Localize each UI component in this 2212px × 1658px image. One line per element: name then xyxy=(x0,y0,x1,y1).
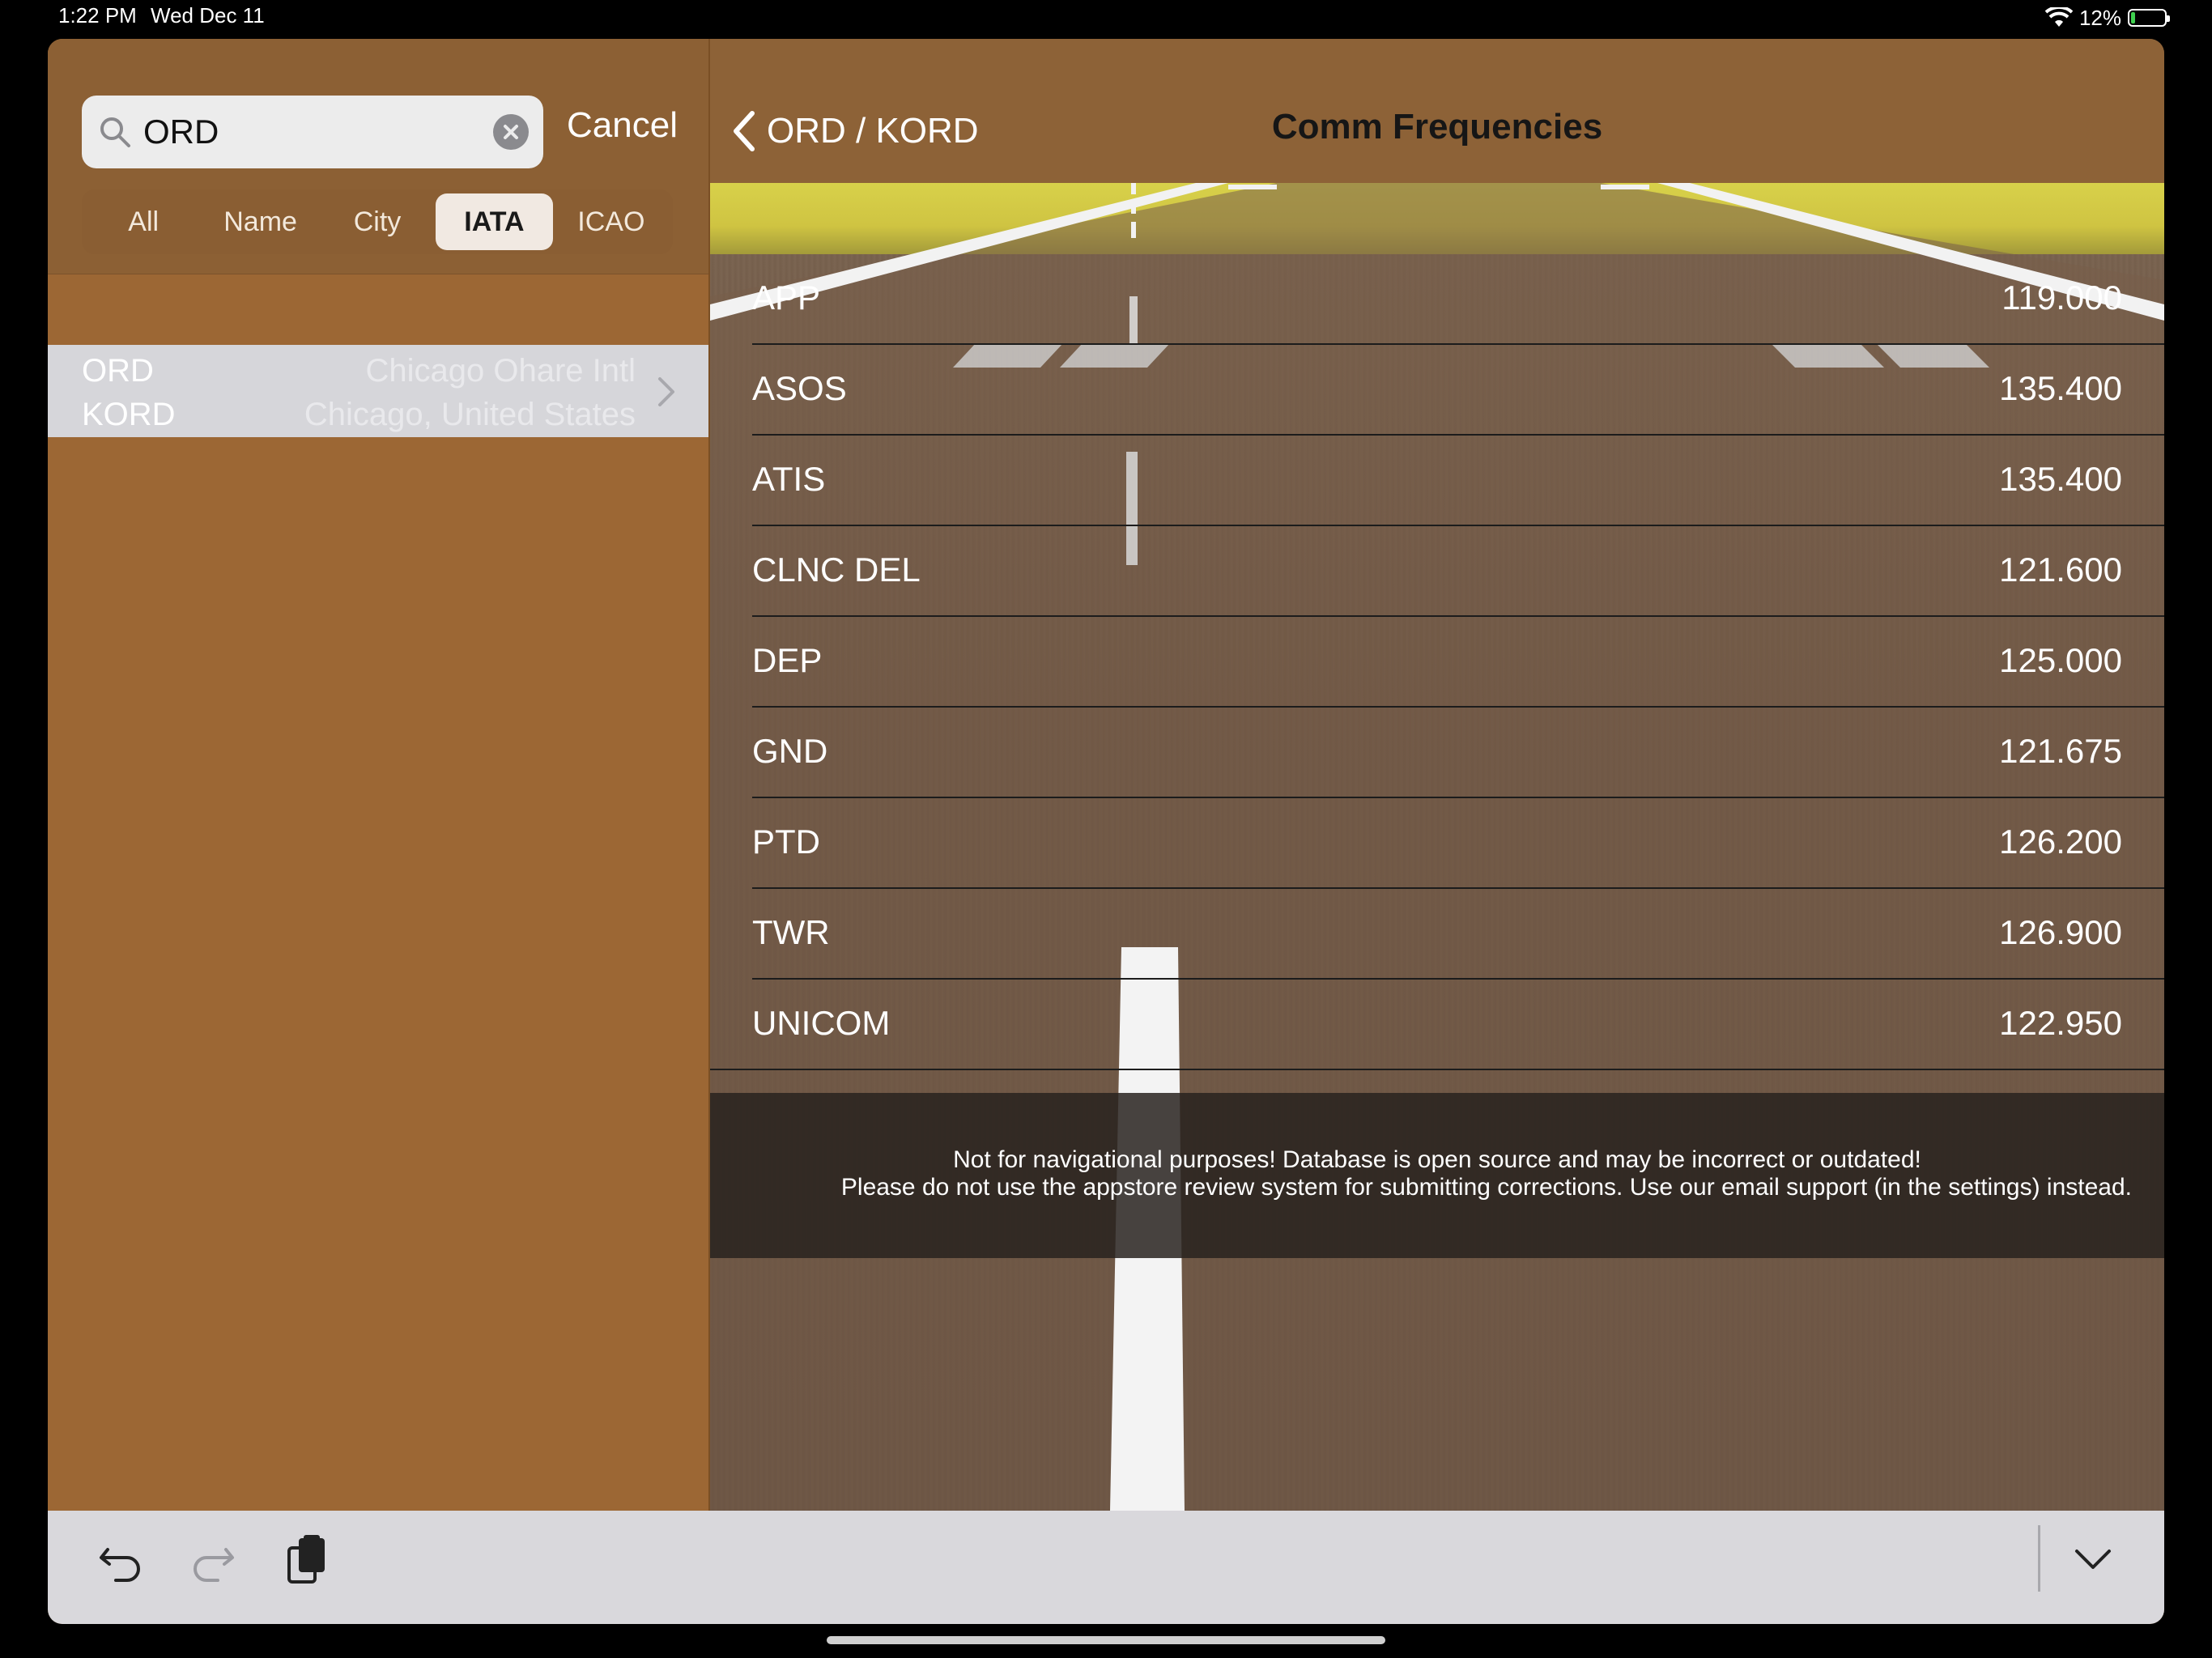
frequency-table: APP 119.000 ASOS 135.400 ATIS 135.400 CL… xyxy=(710,254,2164,1072)
search-input[interactable] xyxy=(143,96,483,168)
row-divider xyxy=(710,1069,2164,1070)
result-iata-code: ORD xyxy=(82,353,154,389)
cancel-button[interactable]: Cancel xyxy=(567,105,678,146)
wifi-icon xyxy=(2044,7,2073,27)
result-airport-name: Chicago Ohare Intl xyxy=(365,353,636,389)
status-time: 1:22 PM xyxy=(58,3,137,28)
frequency-row[interactable]: ATIS 135.400 xyxy=(710,436,2164,526)
scope-icao[interactable]: ICAO xyxy=(553,193,670,250)
frequency-row[interactable]: APP 119.000 xyxy=(710,254,2164,345)
frequency-row[interactable]: CLNC DEL 121.600 xyxy=(710,526,2164,617)
status-indicators: 12% xyxy=(2044,3,2170,32)
frequency-label: DEP xyxy=(752,641,823,679)
frequency-label: GND xyxy=(752,732,828,770)
frequency-value: 119.000 xyxy=(2001,278,2122,317)
frequency-value: 135.400 xyxy=(1999,460,2122,498)
frequency-label: ATIS xyxy=(752,460,826,498)
frequency-value: 121.600 xyxy=(1999,551,2122,589)
detail-pane: ORD / KORD Comm Frequencies APP 119.000 … xyxy=(710,39,2164,1511)
home-indicator[interactable] xyxy=(827,1636,1385,1644)
frequency-label: TWR xyxy=(752,913,830,951)
app-window: Cancel All Name City IATA ICAO ORD KORD … xyxy=(48,39,2164,1624)
frequency-value: 126.200 xyxy=(1999,823,2122,861)
disclaimer-banner: Not for navigational purposes! Database … xyxy=(710,1093,2164,1258)
result-icao-code: KORD xyxy=(82,397,176,432)
frequency-value: 135.400 xyxy=(1999,369,2122,407)
detail-nav-bar: ORD / KORD Comm Frequencies xyxy=(710,39,2164,183)
frequency-row[interactable]: UNICOM 122.950 xyxy=(710,980,2164,1070)
frequency-value: 122.950 xyxy=(1999,1004,2122,1042)
search-field[interactable] xyxy=(82,96,543,168)
clipboard-icon[interactable] xyxy=(281,1533,333,1585)
frequency-row[interactable]: DEP 125.000 xyxy=(710,617,2164,708)
battery-percent: 12% xyxy=(2078,5,2121,30)
page-title: Comm Frequencies xyxy=(1271,107,1603,147)
search-scope-bar: All Name City IATA ICAO xyxy=(82,189,673,254)
status-date: Wed Dec 11 xyxy=(151,3,265,28)
scope-city[interactable]: City xyxy=(319,193,436,250)
frequency-label: UNICOM xyxy=(752,1004,891,1042)
frequency-label: PTD xyxy=(752,823,820,861)
frequency-label: CLNC DEL xyxy=(752,551,921,589)
chevron-right-icon xyxy=(658,377,674,406)
scope-name[interactable]: Name xyxy=(202,193,318,250)
frequency-row[interactable]: PTD 126.200 xyxy=(710,798,2164,889)
frequency-row[interactable]: GND 121.675 xyxy=(710,708,2164,798)
frequency-label: ASOS xyxy=(752,369,847,407)
status-bar: 1:22 PM Wed Dec 11 12% xyxy=(0,0,2212,36)
disclaimer-text: Not for navigational purposes! Database … xyxy=(953,1146,1921,1173)
clear-search-icon[interactable] xyxy=(493,114,529,150)
undo-icon[interactable] xyxy=(95,1533,147,1585)
search-icon xyxy=(100,117,130,147)
scope-iata[interactable]: IATA xyxy=(436,193,553,250)
battery-icon xyxy=(2128,9,2170,27)
keyboard-shortcut-toolbar xyxy=(48,1511,2164,1624)
frequency-value: 121.675 xyxy=(1999,732,2122,770)
chevron-down-icon[interactable] xyxy=(2067,1533,2119,1585)
airport-result-row[interactable]: ORD KORD Chicago Ohare Intl Chicago, Uni… xyxy=(48,345,708,437)
result-airport-city: Chicago, United States xyxy=(304,397,636,432)
redo-icon[interactable] xyxy=(187,1533,239,1585)
frequency-value: 126.900 xyxy=(1999,913,2122,951)
search-header: Cancel All Name City IATA ICAO xyxy=(48,39,708,274)
scope-all[interactable]: All xyxy=(85,193,202,250)
disclaimer-text: Please do not use the appstore review sy… xyxy=(840,1174,2132,1201)
frequency-row[interactable]: TWR 126.900 xyxy=(710,889,2164,980)
frequency-label: APP xyxy=(752,278,821,317)
toolbar-divider xyxy=(2038,1525,2040,1592)
frequency-value: 125.000 xyxy=(1999,641,2122,679)
search-sidebar: Cancel All Name City IATA ICAO ORD KORD … xyxy=(48,39,710,1511)
frequency-row[interactable]: ASOS 135.400 xyxy=(710,345,2164,436)
